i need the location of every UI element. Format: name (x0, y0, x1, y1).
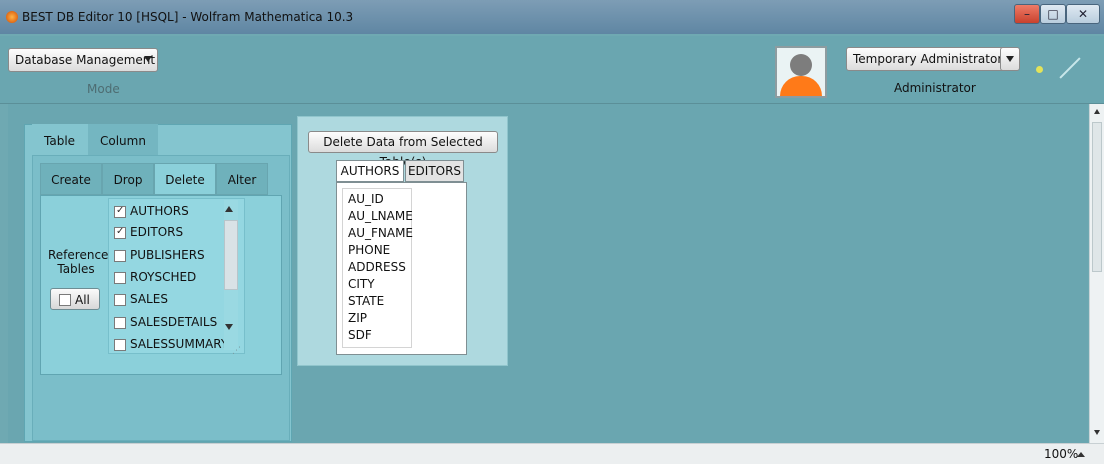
scroll-up-icon[interactable] (225, 206, 233, 212)
all-checkbox[interactable] (59, 294, 71, 306)
scroll-up-icon[interactable] (1094, 109, 1100, 114)
table-item-label: SALES (130, 292, 168, 306)
table-item-label: AUTHORS (130, 204, 189, 218)
checkbox[interactable] (114, 317, 126, 329)
tab-table[interactable]: Table (32, 124, 88, 155)
column-item: AU_LNAME (348, 209, 413, 223)
column-item: ADDRESS (348, 260, 406, 274)
reference-tables-label: Reference Tables (48, 248, 109, 276)
checkbox[interactable] (114, 339, 126, 351)
checkbox[interactable] (114, 225, 126, 239)
all-toggle-button[interactable]: All (50, 288, 100, 310)
user-select-arrow-button[interactable] (1000, 47, 1020, 71)
checkbox[interactable] (114, 250, 126, 262)
column-item: PHONE (348, 243, 391, 257)
tab-editors[interactable]: EDITORS (405, 160, 464, 182)
vertical-scroll-thumb[interactable] (1092, 122, 1102, 272)
table-item-label: PUBLISHERS (130, 248, 205, 262)
minimize-button[interactable]: – (1014, 4, 1040, 24)
table-item-label: SALESDETAILS (130, 315, 218, 329)
tab-drop-label: Drop (113, 173, 143, 187)
table-item[interactable]: PUBLISHERS (114, 246, 226, 264)
checkbox[interactable] (114, 294, 126, 306)
lightbulb-icon[interactable] (1036, 66, 1043, 73)
column-item: AU_FNAME (348, 226, 414, 240)
tab-column[interactable]: Column (88, 124, 158, 155)
minimize-icon: – (1024, 7, 1030, 21)
avatar-head-icon (790, 54, 812, 76)
tab-drop[interactable]: Drop (102, 163, 154, 195)
tab-authors[interactable]: AUTHORS (336, 160, 404, 182)
tab-column-label: Column (100, 134, 146, 148)
user-avatar[interactable] (775, 46, 827, 98)
mode-select[interactable]: Database Management (8, 48, 158, 72)
tab-create[interactable]: Create (40, 163, 102, 195)
user-select[interactable]: Temporary Administrator (846, 47, 1006, 71)
table-item[interactable]: SALESSUMMARY (114, 335, 229, 353)
tab-table-label: Table (44, 134, 76, 148)
vertical-scrollbar[interactable] (1089, 104, 1104, 443)
checkbox[interactable] (114, 204, 126, 218)
table-item[interactable]: EDITORS (114, 223, 226, 241)
header-bar: Database Management Mode Temporary Admin… (0, 36, 1104, 104)
tab-delete[interactable]: Delete (154, 163, 216, 195)
maximize-button[interactable]: □ (1040, 4, 1066, 24)
zoom-level[interactable]: 100% (1044, 447, 1078, 461)
user-select-label: Temporary Administrator (853, 52, 1003, 66)
tab-delete-label: Delete (165, 173, 205, 187)
maximize-icon: □ (1047, 7, 1059, 21)
chevron-down-icon (1006, 56, 1014, 62)
column-item: AU_ID (348, 192, 384, 206)
table-item[interactable]: SALESDETAILS (114, 313, 226, 331)
table-item[interactable]: SALES (114, 290, 226, 308)
column-item: SDF (348, 328, 372, 342)
column-item: STATE (348, 294, 385, 308)
delete-data-button[interactable]: Delete Data from Selected Table(s) (308, 131, 498, 169)
table-item[interactable]: ROYSCHED (114, 268, 226, 286)
close-button[interactable]: ✕ (1066, 4, 1100, 24)
scroll-down-icon[interactable] (225, 324, 233, 330)
scroll-down-icon[interactable] (1094, 430, 1100, 435)
mode-select-label: Database Management (15, 53, 156, 67)
status-bar: 100% (0, 443, 1104, 464)
mathematica-app-icon (6, 11, 18, 23)
resize-grip-icon[interactable]: ⋰ (232, 346, 241, 356)
checkbox[interactable] (114, 272, 126, 284)
window-titlebar: BEST DB Editor 10 [HSQL] - Wolfram Mathe… (0, 0, 1104, 34)
zoom-up-icon[interactable] (1077, 452, 1085, 457)
tab-create-label: Create (51, 173, 91, 187)
table-item-label: SALESSUMMARY (130, 337, 229, 351)
table-item[interactable]: AUTHORS (114, 202, 226, 220)
wand-icon[interactable] (1059, 57, 1081, 79)
tab-alter[interactable]: Alter (216, 163, 268, 195)
column-item: CITY (348, 277, 375, 291)
tab-alter-label: Alter (227, 173, 257, 187)
all-label: All (75, 293, 90, 307)
column-item: ZIP (348, 311, 367, 325)
table-item-label: EDITORS (130, 225, 184, 239)
close-icon: ✕ (1077, 7, 1089, 21)
avatar-body-icon (780, 76, 822, 96)
chevron-down-icon (144, 56, 152, 62)
tables-scroll-thumb[interactable] (224, 220, 238, 290)
role-caption: Administrator (894, 81, 976, 95)
window-title: BEST DB Editor 10 [HSQL] - Wolfram Mathe… (22, 10, 354, 24)
table-item-label: ROYSCHED (130, 270, 197, 284)
mode-caption: Mode (87, 82, 120, 96)
